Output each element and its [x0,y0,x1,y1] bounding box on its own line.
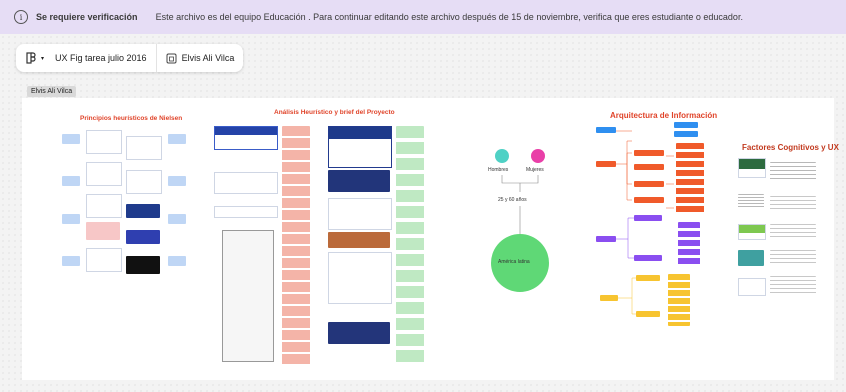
file-icon [166,53,177,63]
section-title-factors: Factores Cognitivos y UX [742,143,839,152]
user-name: Elvis Ali Vilca [181,53,235,63]
figjam-icon [26,52,36,64]
board-frame[interactable]: Principios heurísticos de Nielsen Anális… [22,98,839,380]
verification-banner: i Se requiere verificación Este archivo … [0,0,846,34]
ia-node-blue-2 [674,122,698,128]
ia-node-orange-1 [634,150,664,156]
ia-node-purple-1 [634,215,662,221]
architecture-connectors [616,130,674,315]
frame-label[interactable]: Elvis Ali Vilca [27,86,77,97]
banner-title: Se requiere verificación [36,12,138,22]
factors-content [734,158,826,298]
file-name[interactable]: UX Fig tarea julio 2016 [53,44,156,72]
banner-message: Este archivo es del equipo Educación . P… [155,12,743,22]
user-chip[interactable]: Elvis Ali Vilca [157,44,244,72]
ia-node-yellow-root [600,295,618,301]
ia-node-blue-1 [596,127,616,133]
ia-node-purple-root [596,236,616,242]
ia-node-blue-3 [674,131,698,137]
file-toolbar: ▾ UX Fig tarea julio 2016 Elvis Ali Vilc… [16,44,244,72]
ia-node-purple-2 [634,255,662,261]
ia-node-orange-root [596,161,616,167]
chevron-down-icon: ▾ [41,55,45,62]
ia-node-yellow-2 [636,311,660,317]
ia-yellow-list [668,274,690,326]
info-icon: i [14,10,28,24]
ia-purple-list [678,222,700,267]
main-menu-button[interactable]: ▾ [16,44,53,72]
ia-node-yellow-1 [636,275,660,281]
ia-node-orange-2 [634,164,664,170]
ia-node-orange-4 [634,197,664,203]
ia-node-orange-3 [634,181,664,187]
ia-orange-list [676,143,704,213]
